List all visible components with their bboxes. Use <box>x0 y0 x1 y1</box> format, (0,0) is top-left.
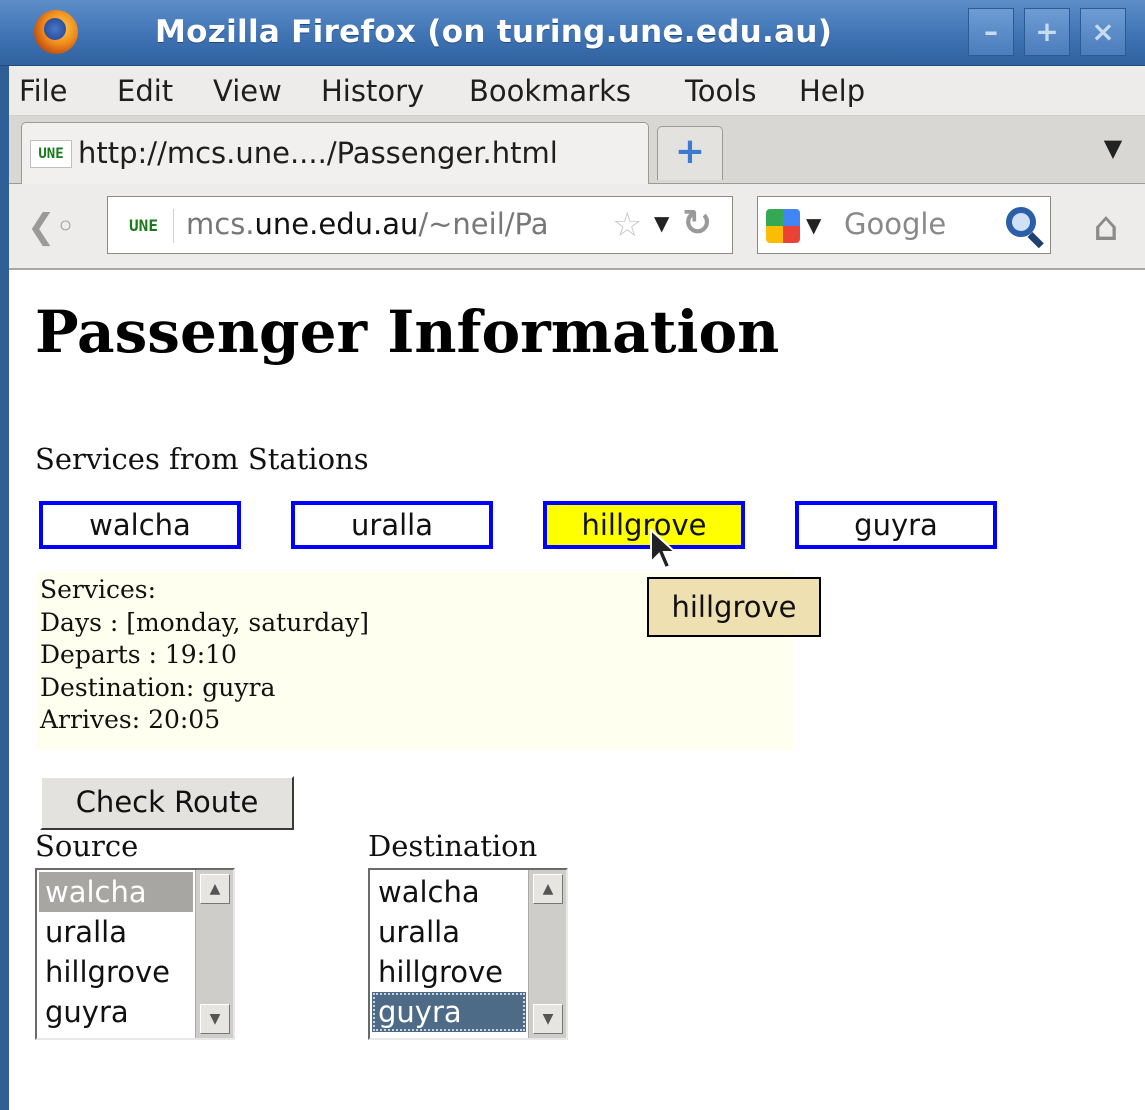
station-button-guyra[interactable]: guyra <box>795 501 997 549</box>
close-button[interactable]: × <box>1080 8 1126 56</box>
menu-history[interactable]: History <box>321 74 424 108</box>
tab-bar: UNE http://mcs.une..../Passenger.html + … <box>9 116 1145 186</box>
source-option-walcha[interactable]: walcha <box>39 872 193 912</box>
services-departs: Departs : 19:10 <box>40 640 237 669</box>
search-engine-dropdown-icon[interactable]: ▼ <box>806 213 821 237</box>
station-button-hillgrove[interactable]: hillgrove <box>543 501 745 549</box>
check-route-button[interactable]: Check Route <box>40 776 294 830</box>
reload-icon[interactable]: ↻ <box>682 203 712 244</box>
une-favicon-icon: UNE <box>30 140 72 168</box>
scroll-down-arrow-icon[interactable]: ▼ <box>200 1004 230 1034</box>
tab-list-dropdown-icon[interactable]: ▼ <box>1095 130 1131 166</box>
home-icon[interactable]: ⌂ <box>1079 202 1133 252</box>
destination-label: Destination <box>368 829 538 863</box>
maximize-button[interactable]: + <box>1024 8 1070 56</box>
firefox-logo-icon <box>34 10 78 54</box>
destination-option-uralla[interactable]: uralla <box>372 912 526 952</box>
source-listbox[interactable]: walcha uralla hillgrove guyra ▲ ▼ <box>35 868 235 1040</box>
scroll-up-arrow-icon[interactable]: ▲ <box>533 874 563 904</box>
window-title: Mozilla Firefox (on turing.une.edu.au) <box>155 14 833 50</box>
source-option-guyra[interactable]: guyra <box>39 992 193 1032</box>
back-icon[interactable]: ❮◦ <box>27 202 91 252</box>
services-destination: Destination: guyra <box>40 672 276 702</box>
window-left-border <box>0 66 9 1110</box>
menu-file[interactable]: File <box>19 74 68 108</box>
star-icon[interactable]: ☆ <box>612 205 642 245</box>
mouse-cursor-icon <box>650 528 678 570</box>
station-button-uralla[interactable]: uralla <box>291 501 493 549</box>
destination-option-walcha[interactable]: walcha <box>372 872 526 912</box>
destination-listbox[interactable]: walcha uralla hillgrove guyra ▲ ▼ <box>368 868 568 1040</box>
url-history-dropdown-icon[interactable]: ▼ <box>654 211 669 235</box>
station-button-walcha[interactable]: walcha <box>39 501 241 549</box>
services-arrives: Arrives: 20:05 <box>40 705 221 734</box>
une-site-identity-icon[interactable]: UNE <box>114 209 174 243</box>
search-bar[interactable]: ▼ Google <box>757 196 1051 254</box>
minimize-button[interactable]: – <box>968 8 1014 56</box>
source-option-hillgrove[interactable]: hillgrove <box>39 952 193 992</box>
destination-scrollbar[interactable]: ▲ ▼ <box>528 870 566 1038</box>
menu-edit[interactable]: Edit <box>117 74 173 108</box>
source-label: Source <box>35 829 139 863</box>
menu-tools[interactable]: Tools <box>685 74 756 108</box>
google-icon[interactable] <box>766 209 800 243</box>
search-icon[interactable] <box>1006 207 1036 237</box>
tab-passenger[interactable]: UNE http://mcs.une..../Passenger.html <box>21 122 649 186</box>
url-text[interactable]: mcs.une.edu.au/~neil/Pa <box>186 207 606 241</box>
tab-title: http://mcs.une..../Passenger.html <box>78 136 558 170</box>
services-from-stations-label: Services from Stations <box>35 442 369 476</box>
window-titlebar[interactable]: Mozilla Firefox (on turing.une.edu.au) –… <box>0 0 1145 66</box>
destination-option-guyra[interactable]: guyra <box>372 992 526 1032</box>
search-input[interactable]: Google <box>844 207 946 241</box>
menu-bar: File Edit View History Bookmarks Tools H… <box>9 66 1145 116</box>
scroll-up-arrow-icon[interactable]: ▲ <box>200 874 230 904</box>
source-option-uralla[interactable]: uralla <box>39 912 193 952</box>
tooltip: hillgrove <box>647 577 821 637</box>
menu-bookmarks[interactable]: Bookmarks <box>469 74 631 108</box>
menu-help[interactable]: Help <box>799 74 865 108</box>
page-content: Passenger Information Services from Stat… <box>9 272 1145 1110</box>
url-bar[interactable]: UNE mcs.une.edu.au/~neil/Pa ☆ ▼ ↻ <box>107 196 733 254</box>
source-scrollbar[interactable]: ▲ ▼ <box>195 870 233 1038</box>
navigation-toolbar: ❮◦ UNE mcs.une.edu.au/~neil/Pa ☆ ▼ ↻ ▼ G… <box>9 184 1145 270</box>
scroll-down-arrow-icon[interactable]: ▼ <box>533 1004 563 1034</box>
new-tab-button[interactable]: + <box>657 126 723 180</box>
menu-view[interactable]: View <box>213 74 282 108</box>
page-title: Passenger Information <box>35 298 780 366</box>
destination-option-hillgrove[interactable]: hillgrove <box>372 952 526 992</box>
